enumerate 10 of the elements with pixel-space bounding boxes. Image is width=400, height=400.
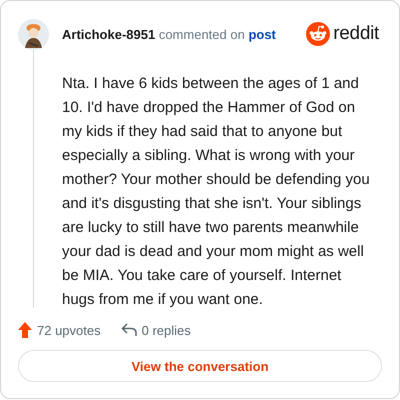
reddit-logo-icon (306, 22, 330, 46)
reply-count: 0 replies (142, 322, 191, 338)
brand-name: reddit (333, 23, 379, 45)
view-conversation-button[interactable]: View the conversation (18, 350, 382, 382)
comment-text: Nta. I have 6 kids between the ages of 1 and 10. I'd have dropped the Hammer of God on my kids if they had said that to anyone but especially a sibling. What is wrong with your mother? Your mother should be defending you and it's disgusting that she isn't. Your siblings are lucky to still have two parents meanwhile your dad is dead and your mom might as well be MIA. You take care of yourself. Internet hugs from me if you want one. (62, 74, 371, 310)
comment-byline: Artichoke-8951 commented on post (62, 26, 276, 42)
user-avatar[interactable] (18, 18, 49, 50)
reply-arrow-icon[interactable] (120, 323, 137, 337)
upvote-count: 72 upvotes (37, 322, 101, 338)
upvote-arrow-icon[interactable] (18, 322, 32, 338)
